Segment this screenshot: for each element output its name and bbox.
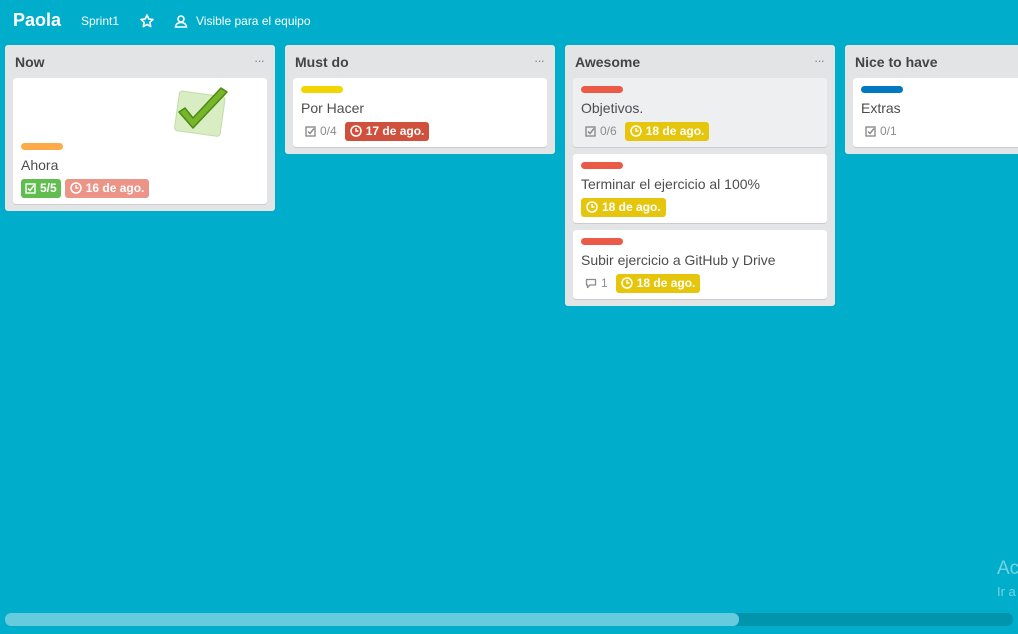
card-badges: 5/5 16 de ago. [21,178,259,198]
list-menu-icon[interactable]: ··· [814,53,825,68]
card-badges: 18 de ago. [581,197,819,217]
checklist-icon [585,125,596,137]
checklist-count: 0/4 [320,124,337,138]
due-date: 18 de ago. [602,200,661,214]
due-date: 18 de ago. [636,276,696,290]
comment-count: 1 [601,276,608,290]
card-title: Por Hacer [301,100,365,116]
clock-icon [349,125,362,137]
list-title[interactable]: Awesome [575,54,640,70]
label-yellow [301,86,343,93]
list-header: Nice to have [845,45,1018,78]
card-terminar-ejercicio[interactable]: Terminar el ejercicio al 100% 18 de ago. [573,154,827,223]
checklist-badge: 0/1 [861,122,901,141]
due-date-badge: 18 de ago. [615,273,701,293]
checkmark-cover-image [174,87,228,137]
due-date-badge: 16 de ago. [64,178,150,198]
horizontal-scrollbar-thumb[interactable] [5,613,739,626]
card-title: Ahora [21,157,59,173]
board-title[interactable]: Paola [13,10,61,31]
checklist-badge: 0/6 [581,122,621,141]
comment-icon [585,278,597,288]
checklist-badge: 0/4 [301,122,341,141]
list-now: Now ··· Ahora 5/5 16 de ago. [5,45,275,211]
card-title: Extras [861,100,901,116]
card-objetivos[interactable]: Objetivos. 0/6 18 de ago. [573,78,827,147]
list-menu-icon[interactable]: ··· [254,53,265,68]
clock-icon [629,125,642,137]
visibility-button[interactable]: Visible para el equipo [196,14,311,28]
list-title[interactable]: Must do [295,54,349,70]
label-red [581,238,623,245]
label-red [581,162,623,169]
card-badges: 0/4 17 de ago. [301,121,539,141]
clock-icon [69,182,82,194]
list-title[interactable]: Nice to have [855,54,937,70]
clock-icon [586,201,598,213]
list-menu-icon[interactable]: ··· [534,53,545,68]
due-date-badge: 18 de ago. [624,121,710,141]
checklist-count: 0/1 [880,124,897,138]
comments-badge: 1 [581,274,612,293]
sprint-button[interactable]: Sprint1 [81,14,119,28]
checklist-icon [25,182,36,194]
star-icon[interactable] [140,14,154,28]
card-title: Subir ejercicio a GitHub y Drive [581,252,776,268]
card-badges: 0/1 [861,121,1010,141]
activation-watermark-text: Ir a [997,584,1016,599]
list-header: Must do ··· [285,45,555,78]
list-title[interactable]: Now [15,54,45,70]
list-header: Now ··· [5,45,275,78]
card-ahora[interactable]: Ahora 5/5 16 de ago. [13,78,267,204]
activation-watermark-title: Ac [997,558,1018,579]
label-orange [21,143,63,150]
card-extras[interactable]: Extras 0/1 [853,78,1018,147]
board-header: Paola Sprint1 Visible para el equipo [0,0,1018,44]
due-date-badge: 18 de ago. [581,197,666,217]
checklist-badge: 5/5 [21,178,61,198]
team-visibility-icon [174,15,188,28]
label-red [581,86,623,93]
card-badges: 0/6 18 de ago. [581,121,819,141]
due-date-badge: 17 de ago. [344,121,430,141]
list-nice-to-have: Nice to have Extras 0/1 [845,45,1018,154]
due-date: 16 de ago. [85,181,145,195]
clock-icon [620,277,633,289]
card-por-hacer[interactable]: Por Hacer 0/4 17 de ago. [293,78,547,147]
list-must-do: Must do ··· Por Hacer 0/4 17 de ago. [285,45,555,154]
card-title: Objetivos. [581,100,644,116]
due-date: 18 de ago. [645,124,705,138]
checklist-icon [305,125,316,137]
card-title: Terminar el ejercicio al 100% [581,176,760,192]
list-header: Awesome ··· [565,45,835,78]
list-awesome: Awesome ··· Objetivos. 0/6 18 de ago. Te… [565,45,835,306]
due-date: 17 de ago. [365,124,425,138]
card-subir-ejercicio[interactable]: Subir ejercicio a GitHub y Drive 1 18 de… [573,230,827,299]
checklist-count: 5/5 [40,181,57,195]
checklist-icon [865,125,876,137]
label-blue [861,86,903,93]
checklist-count: 0/6 [600,124,617,138]
card-badges: 1 18 de ago. [581,273,819,293]
